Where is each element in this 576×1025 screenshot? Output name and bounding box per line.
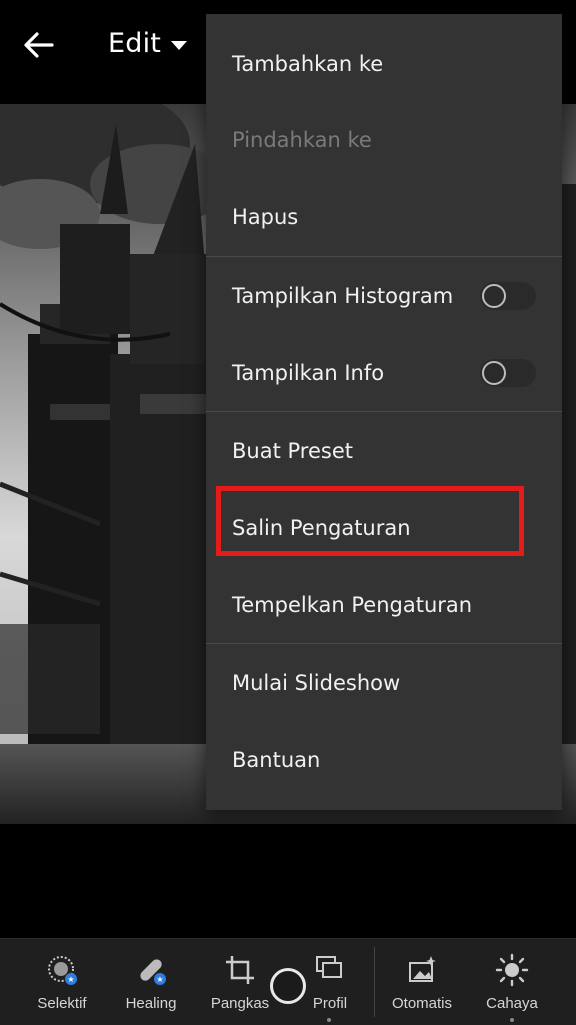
tool-label: Otomatis	[391, 995, 452, 1012]
menu-item-label: Buat Preset	[232, 439, 353, 463]
menu-divider	[206, 411, 562, 412]
tool-auto[interactable]: Otomatis	[378, 939, 466, 1025]
mode-dropdown[interactable]: Edit	[108, 28, 188, 59]
menu-item-label: Mulai Slideshow	[232, 671, 401, 695]
menu-item-label: Pindahkan ke	[232, 128, 372, 152]
tool-label: Cahaya	[486, 995, 538, 1012]
svg-text:★: ★	[156, 975, 163, 984]
tool-label: Healing	[125, 995, 177, 1012]
menu-item-start-slideshow[interactable]: Mulai Slideshow	[206, 645, 562, 721]
mode-label: Edit	[108, 28, 162, 59]
menu-divider	[206, 643, 562, 644]
tool-label: Selektif	[37, 995, 87, 1012]
menu-item-show-histogram[interactable]: Tampilkan Histogram	[206, 258, 562, 334]
menu-item-paste-settings[interactable]: Tempelkan Pengaturan	[206, 567, 562, 643]
page-indicator-dot	[510, 1018, 514, 1022]
menu-item-add-to[interactable]: Tambahkan ke	[206, 26, 562, 102]
tool-label: Pangkas	[210, 995, 270, 1012]
menu-item-show-info[interactable]: Tampilkan Info	[206, 335, 562, 411]
menu-item-label: Tampilkan Histogram	[232, 284, 454, 308]
menu-item-label: Bantuan	[232, 748, 321, 772]
overflow-menu: Tambahkan ke Pindahkan ke Hapus Tampilka…	[206, 14, 562, 810]
menu-item-label: Tempelkan Pengaturan	[232, 593, 473, 617]
healing-icon: ★	[140, 959, 166, 985]
svg-text:★: ★	[67, 975, 74, 984]
menu-divider	[206, 256, 562, 257]
menu-item-label: Tambahkan ke	[232, 52, 384, 76]
histogram-toggle[interactable]	[480, 282, 536, 310]
tool-selective[interactable]: ★ Selektif	[18, 939, 106, 1025]
crop-icon	[226, 956, 254, 984]
menu-item-delete[interactable]: Hapus	[206, 179, 562, 255]
info-toggle[interactable]	[480, 359, 536, 387]
chevron-down-icon	[171, 41, 188, 50]
menu-item-create-preset[interactable]: Buat Preset	[206, 413, 562, 489]
light-icon	[495, 953, 529, 987]
menu-item-move-to: Pindahkan ke	[206, 102, 562, 178]
tool-light[interactable]: Cahaya	[468, 939, 556, 1025]
toggle-knob	[482, 361, 506, 385]
menu-item-help[interactable]: Bantuan	[206, 722, 562, 798]
toggle-knob	[482, 284, 506, 308]
profile-icon	[316, 956, 342, 978]
toolbar-divider	[374, 947, 375, 1017]
selective-icon: ★	[48, 956, 77, 985]
highlight-box	[216, 486, 524, 556]
auto-icon	[409, 956, 436, 982]
menu-item-label: Hapus	[232, 205, 299, 229]
menu-item-label: Tampilkan Info	[232, 361, 385, 385]
tool-healing[interactable]: ★ Healing	[107, 939, 195, 1025]
page-indicator-dot	[327, 1018, 331, 1022]
back-arrow-icon[interactable]	[22, 28, 56, 62]
compare-button[interactable]	[270, 968, 306, 1004]
